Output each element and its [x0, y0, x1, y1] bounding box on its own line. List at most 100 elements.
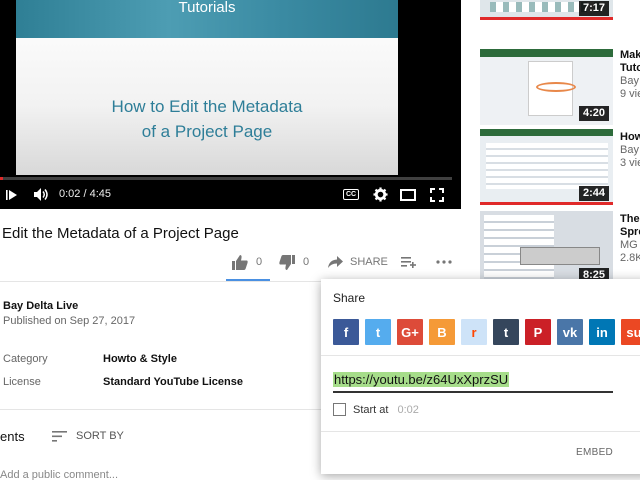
- divider: [321, 355, 640, 356]
- thumbnail-header: [480, 129, 613, 136]
- video-player[interactable]: Tutorials How to Edit the Metadata of a …: [0, 0, 461, 209]
- video-actions: 0 0 SHARE: [226, 250, 461, 274]
- license-value: Standard YouTube License: [103, 376, 243, 388]
- start-at-time: 0:02: [397, 403, 419, 416]
- settings-button[interactable]: [369, 180, 391, 209]
- video-title: Edit the Metadata of a Project Page: [2, 225, 239, 242]
- share-label: SHARE: [350, 256, 388, 268]
- blogger-share-button[interactable]: B: [429, 319, 455, 345]
- vk-icon: vk: [562, 324, 578, 340]
- related-views: 2.8K: [620, 252, 640, 264]
- time-display: 0:02 / 4:45: [59, 188, 111, 200]
- settings-icon: [372, 187, 388, 202]
- mute-button[interactable]: [30, 180, 52, 209]
- player-controls: 0:02 / 4:45 CC: [0, 180, 461, 209]
- category-value[interactable]: Howto & Style: [103, 352, 177, 366]
- sort-by-button[interactable]: SORT BY: [52, 428, 124, 444]
- related-info[interactable]: How Bay 3 vie: [620, 131, 640, 170]
- watched-bar: [480, 17, 613, 20]
- license-label: License: [3, 376, 41, 388]
- video-frame: Tutorials How to Edit the Metadata of a …: [16, 0, 398, 175]
- related-title: The: [620, 213, 640, 225]
- related-thumbnail[interactable]: 8:25: [480, 211, 613, 287]
- blogger-icon: B: [437, 324, 447, 340]
- reddit-share-button[interactable]: r: [461, 319, 487, 345]
- facebook-share-button[interactable]: f: [333, 319, 359, 345]
- related-title: Mak: [620, 49, 640, 61]
- related-views: 9 vie: [620, 88, 640, 100]
- channel-name[interactable]: Bay Delta Live: [3, 299, 78, 313]
- add-to-playlist-button[interactable]: [401, 250, 416, 274]
- start-at-label: Start at: [353, 403, 389, 416]
- google-plus-share-button[interactable]: G+: [397, 319, 423, 345]
- related-info[interactable]: Mak Tuto Bay 9 vie: [620, 49, 640, 101]
- comments-heading: ents: [0, 429, 25, 444]
- tumblr-icon: t: [503, 324, 509, 340]
- share-dialog-title: Share: [333, 291, 366, 305]
- slide-title-line-2: of a Project Page: [141, 122, 273, 141]
- watched-bar: [480, 202, 613, 205]
- sort-icon: [52, 430, 67, 442]
- volume-icon: [33, 188, 48, 201]
- publish-date: Published on Sep 27, 2017: [3, 315, 136, 327]
- duration-badge: 2:44: [578, 186, 609, 201]
- stumbleupon-icon: su: [626, 324, 640, 340]
- thumbs-up-icon: [232, 254, 248, 270]
- share-dialog: Share f t G+ Br t Pvk in su https://youtu.be/z6…: [321, 279, 640, 474]
- google-plus-icon: G+: [401, 324, 419, 340]
- tumblr-share-button[interactable]: t: [493, 319, 519, 345]
- slide-title: How to Edit the Metadata of a Project Pa…: [16, 94, 398, 144]
- thumbs-down-icon: [279, 254, 295, 270]
- facebook-icon: f: [343, 324, 349, 340]
- twitter-icon: t: [375, 324, 381, 340]
- related-title-line-2: Tuto: [620, 62, 640, 74]
- related-thumbnail[interactable]: 2:44: [480, 129, 613, 205]
- dislike-count: 0: [303, 256, 310, 268]
- related-title: How: [620, 131, 640, 143]
- related-info[interactable]: The Spre MG I 2.8K: [620, 213, 640, 265]
- stumbleupon-share-button[interactable]: su: [621, 319, 640, 345]
- thumbnail-header: [480, 49, 613, 57]
- fullscreen-button[interactable]: [426, 180, 448, 209]
- duration-badge: 7:17: [578, 1, 609, 16]
- related-channel: MG I: [620, 239, 640, 251]
- play-button[interactable]: [2, 180, 24, 209]
- play-icon: [6, 189, 17, 200]
- embed-button[interactable]: EMBED: [576, 447, 613, 458]
- related-thumbnail[interactable]: 7:17: [480, 0, 613, 20]
- comment-input[interactable]: Add a public comment...: [0, 468, 118, 480]
- twitter-share-button[interactable]: t: [365, 319, 391, 345]
- more-actions-button[interactable]: [436, 250, 452, 274]
- captions-button[interactable]: CC: [340, 180, 362, 209]
- fullscreen-icon: [430, 187, 444, 202]
- thumbnail-highlight: [536, 82, 576, 92]
- pinterest-icon: P: [533, 324, 543, 340]
- related-thumbnail[interactable]: 4:20: [480, 49, 613, 125]
- duration-badge: 4:20: [578, 106, 609, 121]
- related-title-line-2: Spre: [620, 226, 640, 238]
- category-label: Category: [3, 353, 48, 365]
- share-arrow-icon: [328, 256, 343, 268]
- slide-banner-text: Tutorials: [178, 0, 236, 16]
- youtube-watch-page: Tutorials How to Edit the Metadata of a …: [0, 0, 640, 480]
- theater-mode-button[interactable]: [397, 180, 419, 209]
- start-at-checkbox[interactable]: [333, 403, 346, 416]
- linkedin-share-button[interactable]: in: [589, 319, 615, 345]
- sort-by-label: SORT BY: [76, 430, 124, 442]
- like-button[interactable]: 0: [232, 250, 262, 274]
- divider: [321, 431, 640, 432]
- thumbnail-content: [486, 143, 608, 189]
- like-count: 0: [256, 256, 263, 268]
- theater-icon: [400, 188, 416, 201]
- share-button[interactable]: SHARE: [328, 250, 388, 274]
- related-views: 3 vie: [620, 157, 640, 169]
- dislike-button[interactable]: 0: [279, 250, 309, 274]
- share-url-field[interactable]: https://youtu.be/z64UxXprzSU: [333, 371, 613, 393]
- related-channel: Bay: [620, 75, 639, 87]
- vk-share-button[interactable]: vk: [557, 319, 583, 345]
- slide-banner: Tutorials: [16, 0, 398, 38]
- reddit-icon: r: [471, 324, 477, 340]
- pinterest-share-button[interactable]: P: [525, 319, 551, 345]
- slide-title-line-1: How to Edit the Metadata: [111, 97, 303, 116]
- add-to-playlist-icon: [401, 257, 416, 268]
